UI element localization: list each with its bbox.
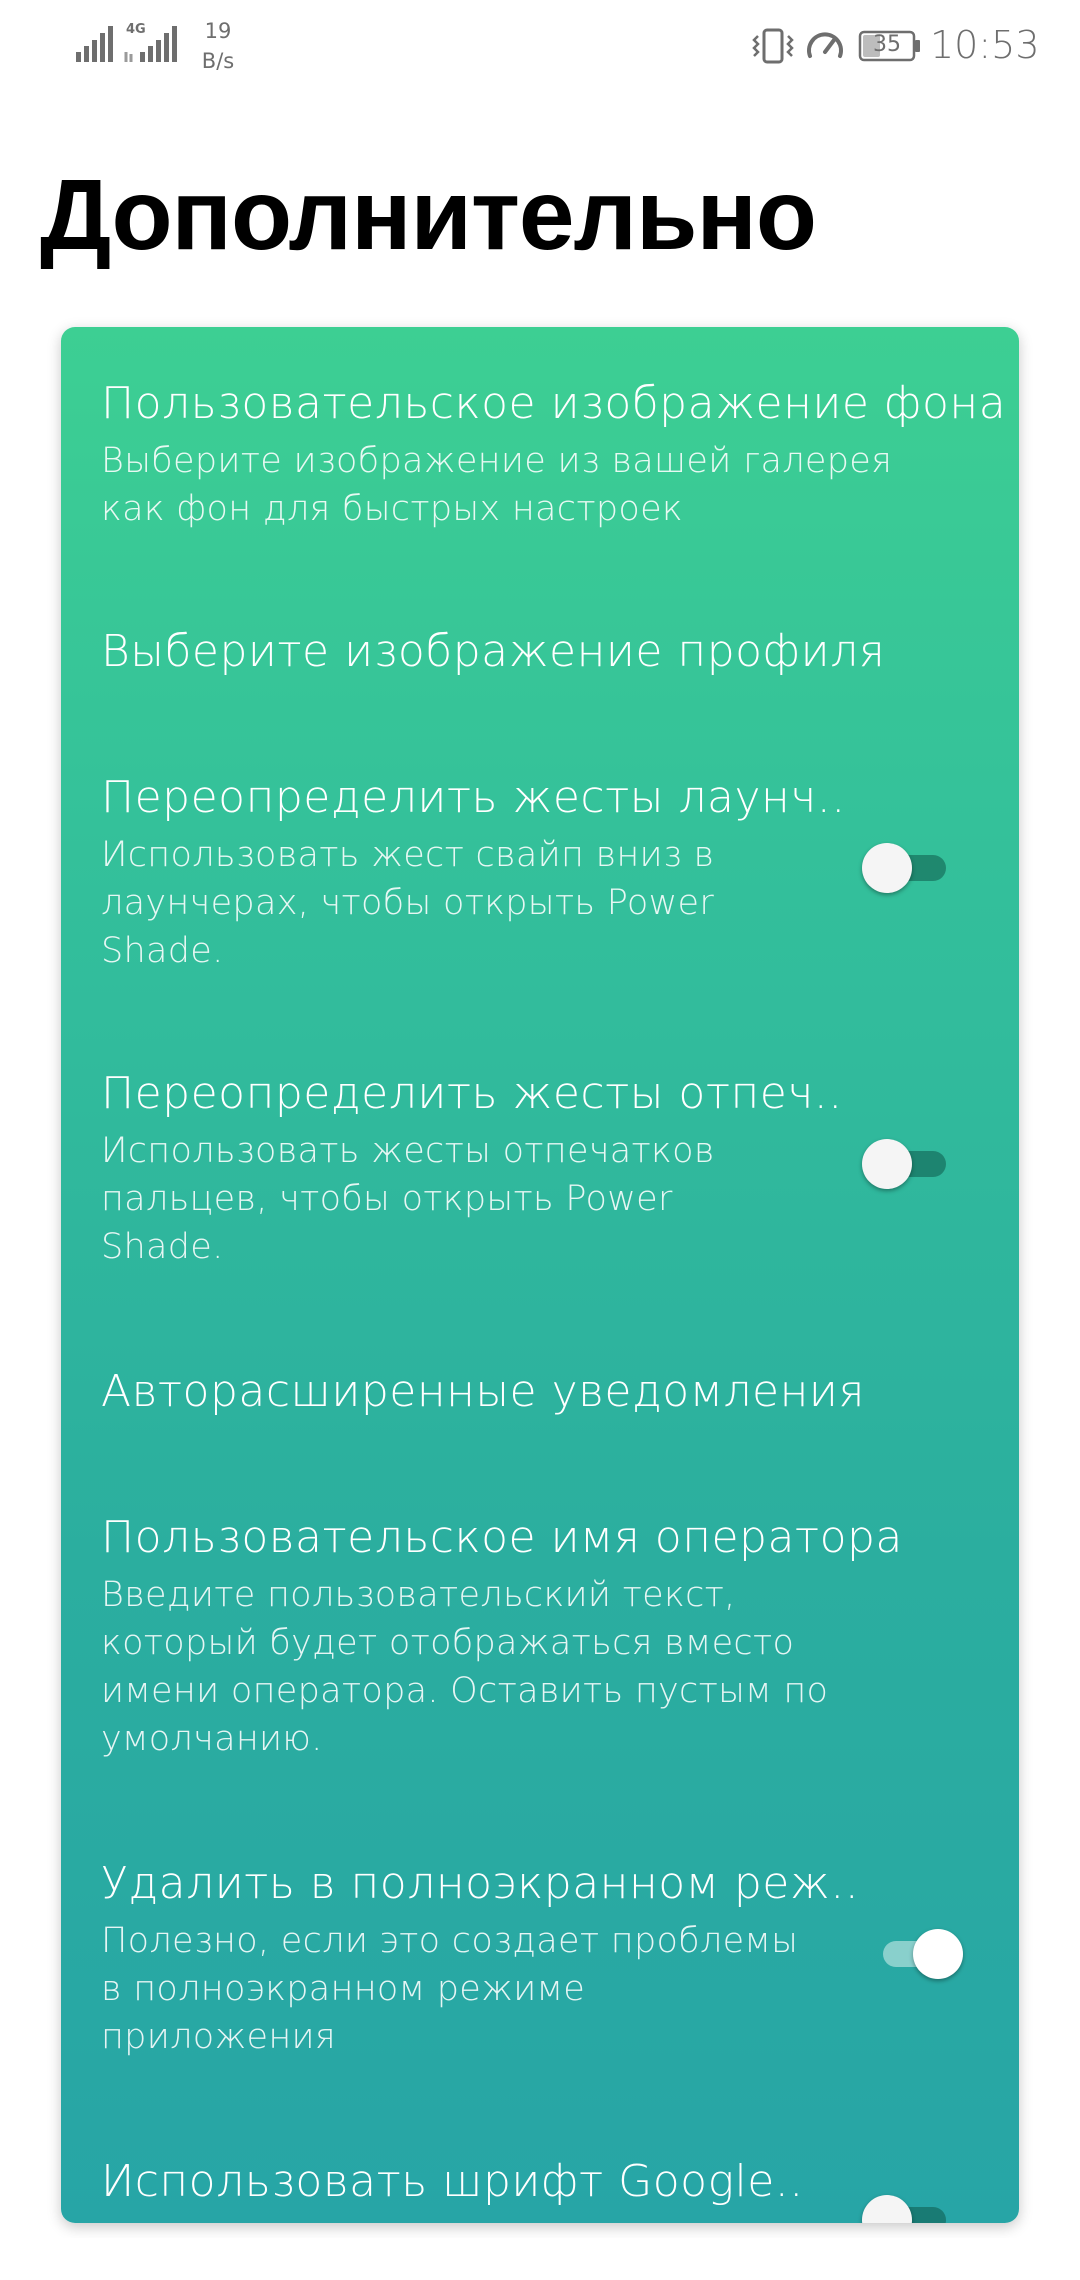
setting-title: Удалить в полноэкранном реж..: [101, 1858, 860, 1909]
toggle-thumb: [913, 1929, 963, 1979]
setting-title: Пользовательское изображение фона: [101, 378, 1007, 429]
screen: 4G 19 B/s 35 10:53 Дополнительно Пользов…: [0, 0, 1080, 2280]
bottom-edge: [0, 2238, 1080, 2280]
setting-summary: Использовать жесты отпечатков пальцев, ч…: [101, 1131, 715, 1267]
setting-title: Использовать шрифт Google..: [101, 2156, 804, 2207]
google-font-toggle[interactable]: [862, 2193, 954, 2223]
vibrate-icon: [752, 28, 794, 64]
hide-fullscreen-toggle[interactable]: [871, 1927, 963, 1981]
network-speed-value: 19: [204, 19, 232, 43]
setting-profile-image[interactable]: Выберите изображение профиля: [101, 623, 981, 683]
page-title: Дополнительно: [40, 159, 817, 271]
setting-title: Пользовательское имя оператора: [101, 1512, 903, 1563]
setting-use-google-font[interactable]: Использовать шрифт Google..: [101, 2153, 981, 2223]
setting-custom-background[interactable]: Пользовательское изображение фона Выбери…: [101, 375, 1006, 529]
setting-override-launcher-gestures[interactable]: Переопределить жесты лаунч.. Использоват…: [101, 769, 981, 971]
fingerprint-gestures-toggle[interactable]: [862, 1137, 954, 1191]
setting-override-fingerprint-gestures[interactable]: Переопределить жесты отпеч.. Использоват…: [101, 1065, 981, 1267]
setting-summary: Введите пользовательский текст, который …: [101, 1575, 829, 1759]
setting-custom-carrier-name[interactable]: Пользовательское имя оператора Введите п…: [101, 1509, 981, 1759]
signal-icon: [76, 26, 113, 62]
setting-title: Авторасширенные уведомления: [101, 1366, 865, 1417]
setting-title: Переопределить жесты лаунч..: [101, 772, 846, 823]
signal-4g-icon: [124, 26, 177, 62]
network-speed-unit: B/s: [201, 49, 235, 73]
battery-level: 35: [873, 32, 901, 57]
setting-summary: Полезно, если это создает проблемы в пол…: [101, 1921, 799, 2057]
setting-hide-in-fullscreen[interactable]: Удалить в полноэкранном реж.. Полезно, е…: [101, 1855, 981, 2057]
launcher-gestures-toggle[interactable]: [862, 841, 954, 895]
setting-summary: Использовать жест свайп вниз в лаунчерах…: [101, 835, 715, 971]
status-bar: 4G 19 B/s 35 10:53: [0, 0, 1080, 96]
toggle-thumb: [862, 843, 912, 893]
setting-summary: Выберите изображение из вашей галерея ка…: [101, 441, 893, 529]
setting-title: Переопределить жесты отпеч..: [101, 1068, 843, 1119]
setting-auto-expand-notifications[interactable]: Авторасширенные уведомления: [101, 1363, 981, 1423]
toggle-thumb: [862, 1139, 912, 1189]
network-speed: 19 B/s: [196, 16, 240, 76]
toggle-thumb: [862, 2195, 912, 2223]
setting-title: Выберите изображение профиля: [101, 626, 886, 677]
settings-card: Пользовательское изображение фона Выбери…: [61, 327, 1019, 2223]
clock: 10:53: [930, 23, 1040, 67]
data-saver-icon: [807, 32, 843, 58]
